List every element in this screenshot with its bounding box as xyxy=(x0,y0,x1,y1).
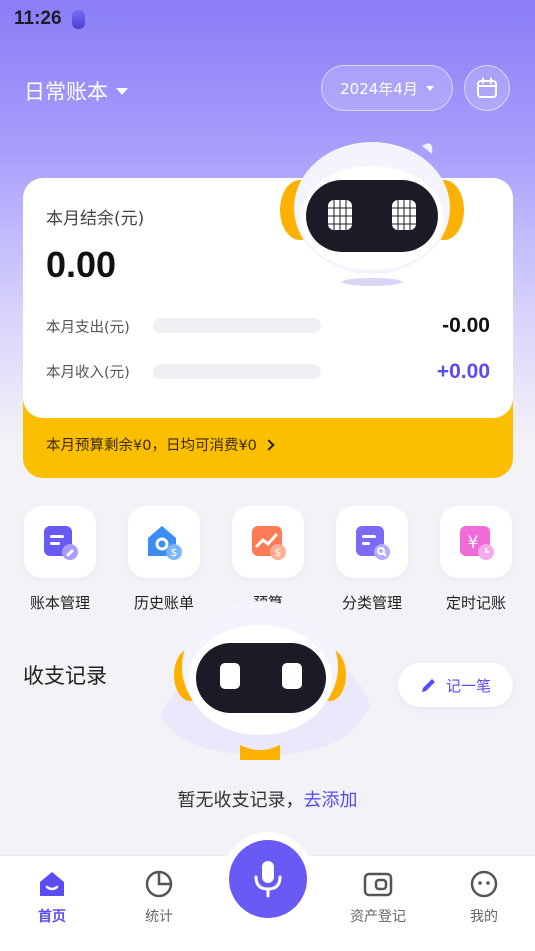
records-title: 收支记录 xyxy=(23,664,107,688)
robot-mascot-illustration xyxy=(280,142,464,286)
status-time: 11:26 xyxy=(14,8,62,29)
calendar-button[interactable] xyxy=(464,65,510,111)
timed-yuan-icon: ¥ xyxy=(460,526,494,560)
status-bar: 11:26 xyxy=(14,6,85,32)
month-label: 2024年4月 xyxy=(340,79,418,98)
empty-text: 暂无收支记录， xyxy=(177,790,304,811)
notification-app-icon xyxy=(71,9,85,29)
expense-bar xyxy=(153,318,321,333)
profile-face-icon xyxy=(470,870,498,898)
income-label: 本月收入(元) xyxy=(46,365,130,381)
category-search-icon xyxy=(356,526,390,560)
action-tile: $ xyxy=(128,506,200,578)
caret-down-icon xyxy=(425,85,434,91)
caret-down-icon xyxy=(116,87,128,95)
history-bill-icon: $ xyxy=(148,526,182,560)
svg-text:$: $ xyxy=(275,546,282,559)
month-selector[interactable]: 2024年4月 xyxy=(321,65,453,111)
action-tile: ¥ xyxy=(440,506,512,578)
pencil-icon xyxy=(421,679,435,692)
budget-summary[interactable]: 本月预算剩余¥0，日均可消费¥0 xyxy=(46,434,275,455)
action-label: 定时记账 xyxy=(445,594,506,612)
action-tile xyxy=(24,506,96,578)
add-record-button[interactable]: 记一笔 xyxy=(398,663,513,707)
budget-text: 本月预算剩余¥0，日均可消费¥0 xyxy=(46,438,257,454)
tab-mine[interactable]: 我的 xyxy=(444,866,524,926)
action-ledger-manage[interactable]: 账本管理 xyxy=(10,506,110,613)
income-bar xyxy=(153,364,321,379)
action-tile xyxy=(336,506,408,578)
tab-label: 首页 xyxy=(38,909,66,925)
income-value: +0.00 xyxy=(436,360,490,383)
ledger-name: 日常账本 xyxy=(24,80,108,104)
action-tile: $ xyxy=(232,506,304,578)
tab-home[interactable]: 首页 xyxy=(12,866,92,926)
home-icon xyxy=(40,872,64,896)
calendar-icon xyxy=(477,77,497,98)
add-record-link[interactable]: 去添加 xyxy=(304,790,358,811)
chevron-right-icon xyxy=(263,438,275,451)
microphone-icon xyxy=(254,861,282,898)
budget-chart-icon: $ xyxy=(252,526,286,560)
pie-chart-icon xyxy=(145,870,173,898)
tab-label: 我的 xyxy=(470,909,498,925)
tab-assets[interactable]: 资产登记 xyxy=(338,866,418,926)
ledger-edit-icon xyxy=(44,526,78,560)
action-timed-bookkeeping[interactable]: ¥ 定时记账 xyxy=(426,506,526,613)
expense-value: -0.00 xyxy=(442,314,490,337)
tab-label: 统计 xyxy=(145,909,173,925)
tab-label: 资产登记 xyxy=(350,909,406,925)
tab-stats[interactable]: 统计 xyxy=(119,866,199,926)
svg-text:$: $ xyxy=(171,546,178,559)
empty-records-message: 暂无收支记录，去添加 xyxy=(0,786,535,812)
add-record-label: 记一笔 xyxy=(445,676,491,695)
balance-value: 0.00 xyxy=(46,244,117,285)
ledger-switcher[interactable]: 日常账本 xyxy=(24,76,128,106)
wallet-icon xyxy=(363,872,393,897)
svg-text:¥: ¥ xyxy=(468,533,479,553)
action-label: 账本管理 xyxy=(29,594,90,612)
balance-label: 本月结余(元) xyxy=(46,209,145,229)
voice-record-button[interactable] xyxy=(229,840,307,918)
expense-label: 本月支出(元) xyxy=(46,320,130,336)
robot-mascot-empty-illustration xyxy=(160,601,370,760)
